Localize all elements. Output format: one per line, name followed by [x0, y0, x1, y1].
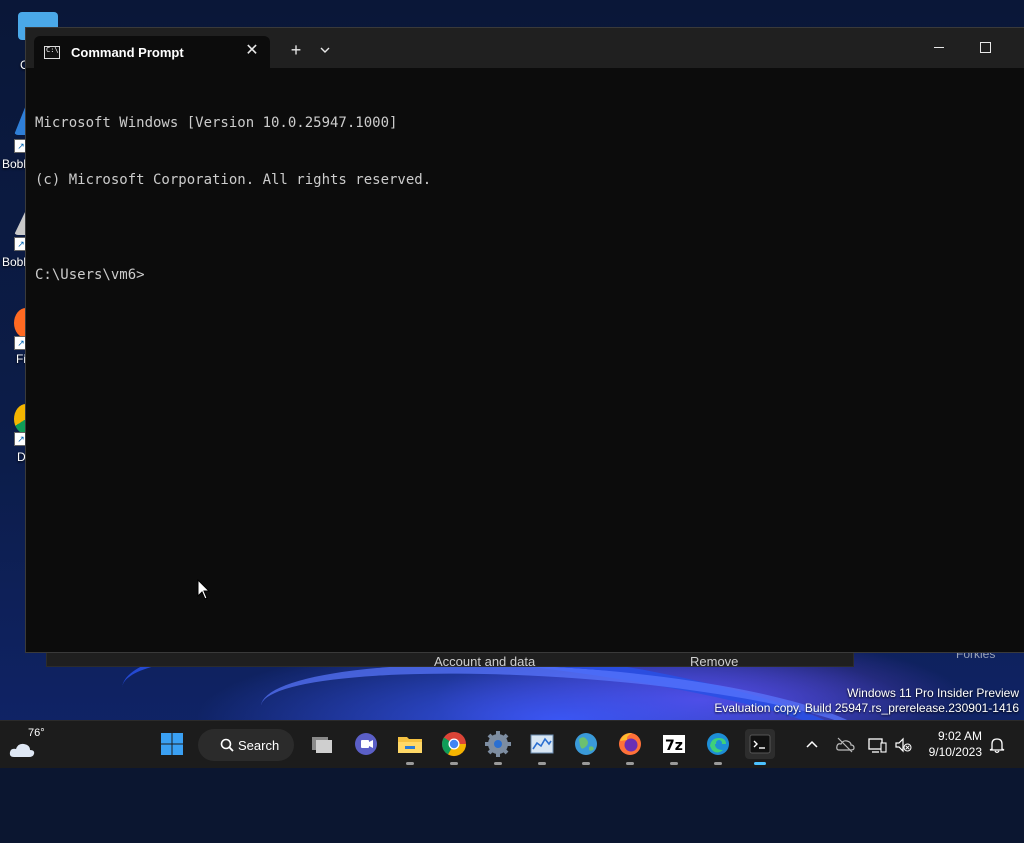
task-manager-button[interactable]	[527, 729, 557, 765]
teams-chat-icon	[355, 733, 377, 755]
search-icon	[220, 738, 234, 752]
console-output[interactable]: Microsoft Windows [Version 10.0.25947.10…	[35, 76, 1016, 644]
start-button[interactable]	[157, 729, 187, 759]
chat-button[interactable]	[351, 729, 381, 759]
taskbar-search[interactable]: Search	[198, 729, 294, 761]
desktop-icon-label: Bobl	[2, 157, 27, 171]
task-view-icon	[312, 737, 332, 753]
clock-time: 9:02 AM	[937, 729, 982, 743]
watermark-edition: Windows 11 Pro Insider Preview	[847, 686, 1019, 700]
folder-icon	[398, 737, 422, 753]
cloud-icon	[9, 743, 35, 757]
firefox-icon	[619, 733, 641, 755]
weather-temperature: 76°	[28, 727, 45, 739]
chevron-up-icon[interactable]	[802, 735, 822, 755]
new-tab-button[interactable]: +	[286, 40, 306, 60]
command-prompt-icon: C:\	[44, 46, 60, 59]
onedrive-offline-icon[interactable]	[835, 735, 855, 755]
maps-button[interactable]	[571, 729, 601, 765]
desktop-icon-label: Bobl	[2, 255, 27, 269]
title-bar[interactable]: C:\ Command Prompt ✕ +	[26, 28, 1024, 68]
7zip-icon: 7z	[663, 735, 685, 754]
clock-date: 9/10/2023	[928, 745, 982, 759]
edge-icon	[707, 733, 729, 755]
svg-text:7z: 7z	[665, 738, 683, 754]
system-clock[interactable]: 9:02 AM 9/10/2023	[918, 728, 982, 760]
windows-logo-icon	[161, 733, 183, 755]
taskbar: 76° Search 7z 9:02 AM 9/10/2023	[0, 720, 1024, 768]
account-and-data-text: Account and data	[434, 654, 536, 669]
remove-button[interactable]: Remove	[690, 654, 738, 669]
watermark-build: Evaluation copy. Build 25947.rs_prerelea…	[714, 701, 1019, 715]
command-prompt-line[interactable]: C:\Users\vm6>	[35, 266, 1016, 285]
chrome-icon	[442, 732, 466, 757]
minimize-button[interactable]	[916, 36, 962, 60]
windows-watermark: Windows 11 Pro Insider Preview Evaluatio…	[714, 686, 1019, 716]
performance-monitor-icon	[530, 734, 554, 754]
7zip-button[interactable]: 7z	[659, 729, 689, 765]
maximize-button[interactable]	[962, 36, 1008, 60]
task-view-button[interactable]	[307, 729, 337, 759]
network-icon[interactable]	[867, 735, 887, 755]
weather-widget[interactable]: 76°	[8, 727, 52, 763]
edge-button[interactable]	[703, 729, 733, 765]
search-label: Search	[238, 738, 280, 753]
console-line: Microsoft Windows [Version 10.0.25947.10…	[35, 115, 398, 131]
tab-command-prompt[interactable]: C:\ Command Prompt ✕	[34, 36, 270, 68]
chrome-button[interactable]	[439, 729, 469, 765]
firefox-button[interactable]	[615, 729, 645, 765]
close-tab-icon[interactable]: ✕	[242, 41, 262, 61]
terminal-window[interactable]: C:\ Command Prompt ✕ + Microsoft Windows…	[25, 27, 1024, 653]
globe-icon	[575, 733, 597, 755]
chevron-down-icon[interactable]	[317, 42, 333, 58]
mouse-pointer-icon	[197, 579, 211, 600]
console-line: (c) Microsoft Corporation. All rights re…	[35, 172, 432, 188]
volume-muted-icon[interactable]	[893, 735, 913, 755]
gear-icon	[485, 731, 511, 757]
tab-title: Command Prompt	[71, 45, 184, 60]
terminal-icon	[749, 734, 771, 754]
settings-button[interactable]	[483, 729, 513, 765]
terminal-button[interactable]	[745, 729, 775, 765]
file-explorer-button[interactable]	[395, 729, 425, 765]
notification-bell-icon[interactable]	[987, 735, 1007, 755]
